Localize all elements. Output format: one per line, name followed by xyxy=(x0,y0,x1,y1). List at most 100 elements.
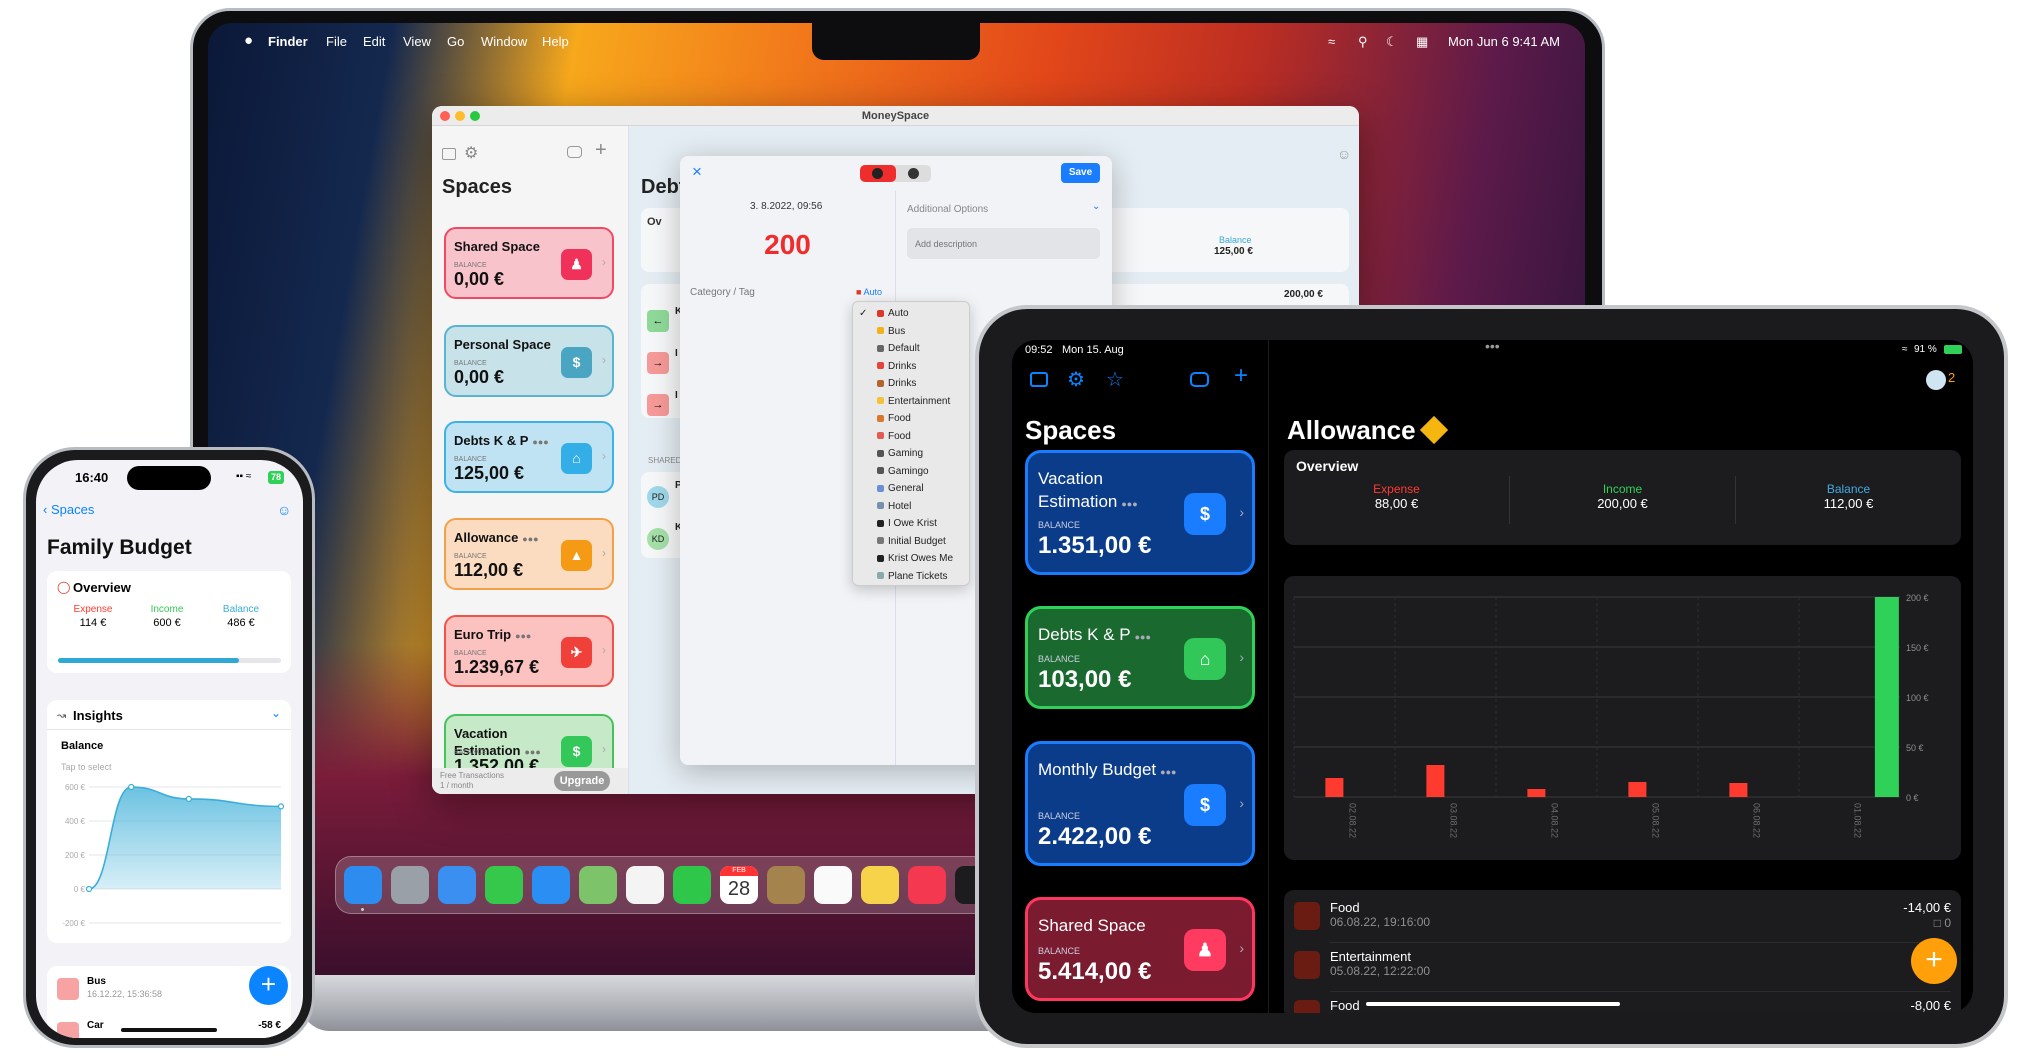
gear-icon[interactable]: ⚙ xyxy=(1067,367,1085,392)
space-card[interactable]: Shared Space BALANCE 0,00 € ♟ › xyxy=(444,227,614,299)
chat-icon[interactable] xyxy=(1190,372,1209,387)
comments-count[interactable]: □ 0 xyxy=(1934,916,1951,930)
data-point[interactable] xyxy=(85,885,93,893)
calendar-icon[interactable]: FEB 28 xyxy=(720,866,758,904)
expense-bar[interactable] xyxy=(1628,782,1647,797)
expense-bar[interactable] xyxy=(1426,765,1445,797)
transaction-row[interactable]: Entertainment05.08.22, 12:22:00-15 xyxy=(1294,945,1951,993)
chevron-down-icon[interactable]: ⌄ xyxy=(1092,201,1100,212)
category-menu-item[interactable]: ✓ Auto xyxy=(853,305,969,323)
expense-bar[interactable] xyxy=(1527,789,1546,797)
category-menu-item[interactable]: I Owe Krist xyxy=(853,515,969,533)
balance-area-chart[interactable]: -200 € 0 € 200 € 400 € 600 € xyxy=(47,775,291,940)
space-card[interactable]: Monthly Budget ●●● BALANCE 2.422,00 € $ › xyxy=(1025,741,1255,866)
minimize-window-button[interactable] xyxy=(455,111,465,121)
facetime-icon[interactable] xyxy=(673,866,711,904)
space-card[interactable]: Personal Space BALANCE 0,00 € $ › xyxy=(444,325,614,397)
daily-bar-chart[interactable]: 0 € 50 € 100 € 150 € 200 € 02.08.22 03.08.22 04… xyxy=(1284,576,1961,860)
avatar[interactable] xyxy=(1926,370,1946,390)
wifi-icon[interactable]: ≈ xyxy=(1328,34,1335,49)
participants-icon[interactable]: ☺ xyxy=(1337,146,1351,162)
space-card[interactable]: Vacation Estimation ●●● BALANCE 1.351,00 € $… xyxy=(1025,450,1255,575)
mail-icon[interactable] xyxy=(532,866,570,904)
add-transaction-button[interactable]: + xyxy=(249,966,288,1005)
space-card[interactable]: Shared Space BALANCE 5.414,00 € ♟ › xyxy=(1025,897,1255,1001)
add-space-icon[interactable]: + xyxy=(1234,362,1248,390)
search-icon[interactable]: ⚲ xyxy=(1358,34,1368,50)
gear-icon[interactable]: ⚙ xyxy=(464,143,478,163)
photos-icon[interactable] xyxy=(626,866,664,904)
category-select[interactable]: ■ Auto xyxy=(856,287,882,297)
sidebar-toggle-icon[interactable] xyxy=(1030,372,1048,387)
menu-clock[interactable]: Mon Jun 6 9:41 AM xyxy=(1448,34,1560,49)
upgrade-button[interactable]: Upgrade xyxy=(554,771,610,791)
category-menu-item[interactable]: General xyxy=(853,480,969,498)
amount-field[interactable]: 200 xyxy=(680,229,895,261)
maps-icon[interactable] xyxy=(579,866,617,904)
data-point[interactable] xyxy=(128,783,135,791)
category-menu-item[interactable]: Food xyxy=(853,410,969,428)
safari-icon[interactable] xyxy=(438,866,476,904)
description-input[interactable] xyxy=(907,228,1100,259)
expense-segment[interactable] xyxy=(860,165,896,182)
category-menu-item[interactable]: Plane Tickets xyxy=(853,568,969,586)
income-segment[interactable] xyxy=(908,168,919,179)
income-bar[interactable] xyxy=(1874,597,1899,797)
multitasking-dots-icon[interactable]: ••• xyxy=(1485,340,1500,354)
sidebar-toggle-icon[interactable] xyxy=(442,148,456,160)
shared-people-icon: ●●● xyxy=(522,534,539,544)
messages-icon[interactable] xyxy=(485,866,523,904)
save-button[interactable]: Save xyxy=(1061,163,1100,183)
notes-icon[interactable] xyxy=(861,866,899,904)
category-menu-item[interactable]: Food xyxy=(853,428,969,446)
contacts-icon[interactable] xyxy=(767,866,805,904)
close-icon[interactable]: × xyxy=(692,162,702,182)
date-field[interactable]: 3. 8.2022, 09:56 xyxy=(750,201,822,212)
star-icon[interactable]: ☆ xyxy=(1106,367,1124,392)
data-point[interactable] xyxy=(277,803,285,810)
focus-moon-icon[interactable]: ☾ xyxy=(1386,34,1398,50)
space-card[interactable]: Euro Trip ●●● BALANCE 1.239,67 € ✈ › xyxy=(444,615,614,687)
category-menu-item[interactable]: Default xyxy=(853,340,969,358)
reminders-icon[interactable] xyxy=(814,866,852,904)
category-menu-item[interactable]: Gaming xyxy=(853,445,969,463)
menu-help[interactable]: Help xyxy=(542,34,569,49)
menu-finder[interactable]: Finder xyxy=(268,34,308,49)
transaction-row[interactable]: Food 06.08.22, 19:16:00 -14,00 € □ 0 xyxy=(1294,896,1951,944)
menu-window[interactable]: Window xyxy=(481,34,527,49)
category-menu-item[interactable]: Drinks xyxy=(853,375,969,393)
expense-bar[interactable] xyxy=(1729,783,1748,797)
launchpad-icon[interactable] xyxy=(391,866,429,904)
category-menu-item[interactable]: Entertainment xyxy=(853,393,969,411)
space-card[interactable]: Debts K & P ●●● BALANCE 125,00 € ⌂ › xyxy=(444,421,614,493)
category-menu-item[interactable]: Krist Owes Me xyxy=(853,550,969,568)
back-button[interactable]: ‹ Spaces xyxy=(43,502,94,517)
share-person-icon[interactable]: ☺ xyxy=(277,502,291,518)
transaction-type-toggle[interactable] xyxy=(860,165,931,182)
add-icon[interactable]: + xyxy=(595,139,607,162)
control-center-icon[interactable]: ▦ xyxy=(1416,34,1428,50)
category-menu-item[interactable]: Hotel xyxy=(853,498,969,516)
chat-icon[interactable] xyxy=(567,146,582,158)
expense-bar[interactable] xyxy=(1325,778,1344,797)
music-icon[interactable] xyxy=(908,866,946,904)
menu-file[interactable]: File xyxy=(326,34,347,49)
apple-menu-icon[interactable]: ● xyxy=(244,32,253,49)
finder-icon[interactable] xyxy=(344,866,382,904)
menu-edit[interactable]: Edit xyxy=(363,34,385,49)
close-window-button[interactable] xyxy=(440,111,450,121)
category-menu-item[interactable]: Drinks xyxy=(853,358,969,376)
space-card[interactable]: Debts K & P ●●● BALANCE 103,00 € ⌂ › xyxy=(1025,606,1255,709)
data-point[interactable] xyxy=(185,795,192,802)
category-menu-item[interactable]: Bus xyxy=(853,323,969,341)
category-menu-item[interactable]: Initial Budget xyxy=(853,533,969,551)
zoom-window-button[interactable] xyxy=(470,111,480,121)
menu-view[interactable]: View xyxy=(403,34,431,49)
additional-options-label[interactable]: Additional Options xyxy=(907,204,988,215)
transaction-row[interactable]: Bus 16.12.22, 15:36:58 xyxy=(57,976,281,1016)
chevron-down-icon[interactable]: ⌄ xyxy=(271,706,281,720)
add-transaction-button[interactable]: + xyxy=(1911,938,1957,984)
menu-go[interactable]: Go xyxy=(447,34,464,49)
category-menu-item[interactable]: Gamingo xyxy=(853,463,969,481)
space-card[interactable]: Allowance ●●● BALANCE 112,00 € ▲ › xyxy=(444,518,614,590)
